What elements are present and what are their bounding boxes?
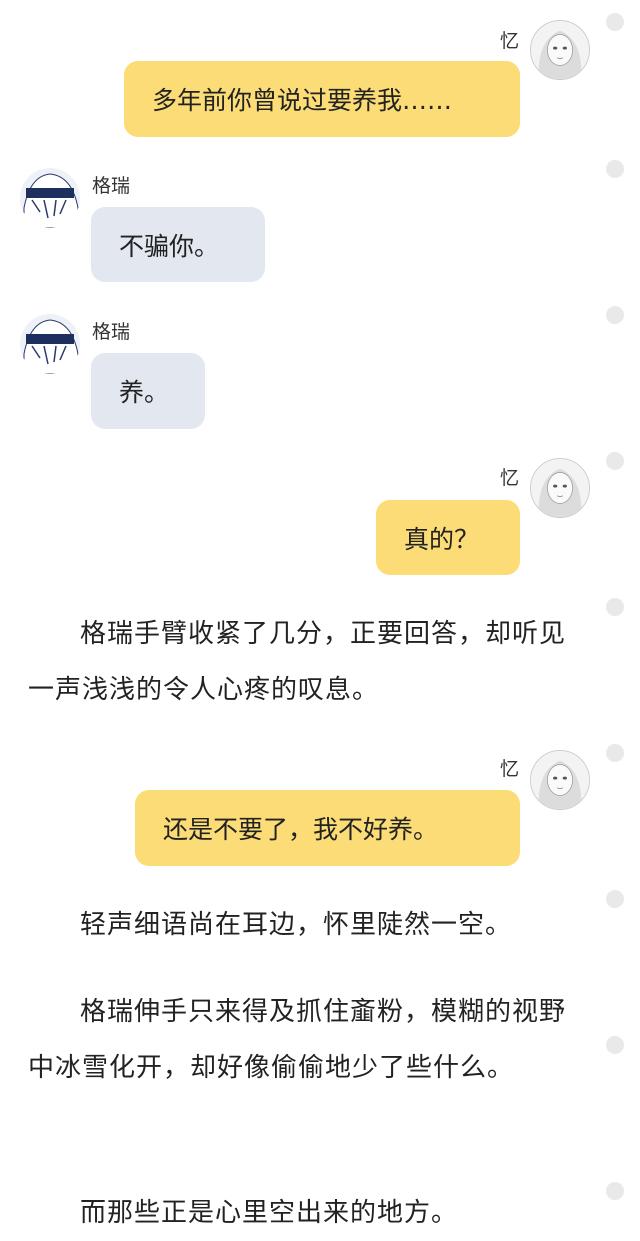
sender-name: 格瑞 [92,175,131,197]
paragraph-marker-dot[interactable] [606,1182,624,1200]
paragraph-marker-dot[interactable] [606,598,624,616]
sender-name: 忆 [500,467,520,489]
narration-paragraph: 轻声细语尚在耳边，怀里陡然一空。 [80,910,513,940]
narration-paragraph: 格瑞伸手只来得及抓住齑粉，模糊的视野中冰雪化开，却好像偷偷地少了些什么。 [28,997,567,1083]
narration-paragraph: 格瑞手臂收紧了几分，正要回答，却听见一声浅浅的令人心疼的叹息。 [28,619,567,705]
avatar-gerui[interactable] [20,168,80,228]
message-bubble-yi[interactable]: 真的？ [376,500,520,575]
avatar-gerui[interactable] [20,314,80,374]
narration-paragraph: 而那些正是心里空出来的地方。 [80,1198,459,1228]
paragraph-marker-dot[interactable] [606,160,624,178]
paragraph-marker-dot[interactable] [606,452,624,470]
avatar-yi[interactable] [530,458,590,518]
paragraph-marker-dot[interactable] [606,1036,624,1054]
paragraph-marker-dot[interactable] [606,890,624,908]
avatar-yi[interactable] [530,750,590,810]
message-text: 真的？ [404,524,480,554]
boy-portrait-icon [20,314,80,374]
message-text: 养。 [119,378,170,407]
message-text: 多年前你曾说过要养我…… [152,86,453,115]
message-bubble-gerui[interactable]: 不骗你。 [91,207,265,282]
paragraph-marker-dot[interactable] [606,306,624,324]
sender-name: 忆 [500,30,520,52]
message-bubble-yi[interactable]: 多年前你曾说过要养我…… [124,61,520,137]
message-bubble-yi[interactable]: 还是不要了，我不好养。 [135,790,520,866]
paragraph-marker-dot[interactable] [606,13,624,31]
girl-portrait-icon [531,459,589,517]
message-text: 还是不要了，我不好养。 [163,815,439,844]
message-bubble-gerui[interactable]: 养。 [91,353,205,429]
paragraph-marker-dot[interactable] [606,744,624,762]
girl-portrait-icon [531,751,589,809]
girl-portrait-icon [531,21,589,79]
sender-name: 忆 [500,758,520,780]
boy-portrait-icon [20,168,80,228]
avatar-yi[interactable] [530,20,590,80]
sender-name: 格瑞 [92,321,131,343]
message-text: 不骗你。 [119,231,220,261]
